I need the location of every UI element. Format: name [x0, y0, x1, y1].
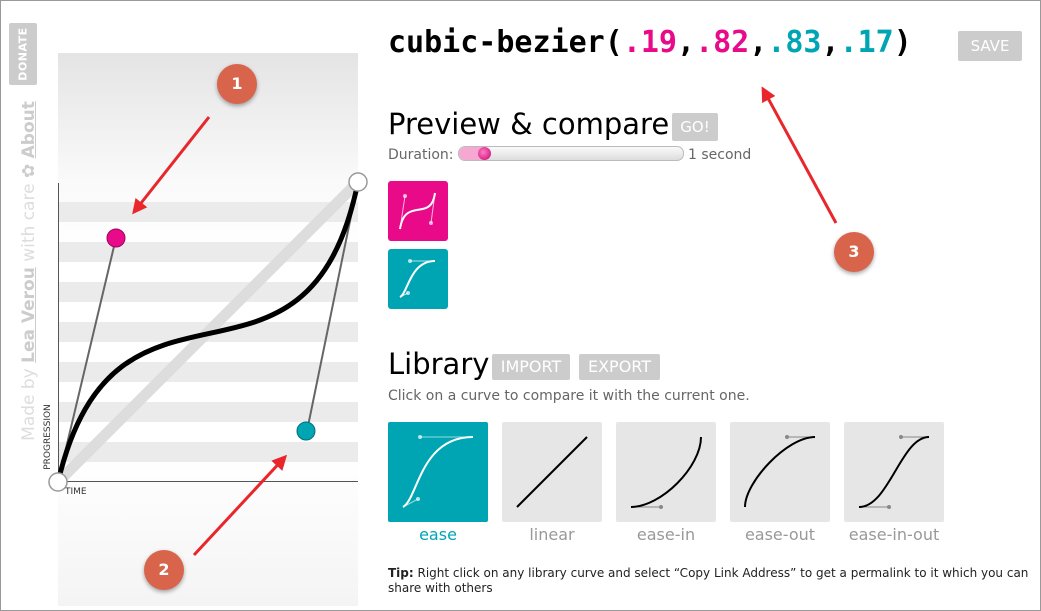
annotation-badge-2: 2 [144, 550, 184, 590]
library-hint: Click on a curve to compare it with the … [388, 388, 750, 404]
preview-heading: Preview & compare [388, 107, 670, 141]
library-item-ease-in-out[interactable] [844, 422, 944, 522]
title-open: cubic-bezier( [388, 25, 623, 60]
ease-out-curve-icon [744, 435, 816, 508]
duration-value: 1 second [688, 147, 752, 163]
value-p2x: .83 [767, 25, 822, 60]
value-p1y: .82 [695, 25, 750, 60]
export-button[interactable]: EXPORT [579, 354, 660, 380]
library-item-linear[interactable] [502, 422, 602, 522]
end-point [348, 172, 368, 192]
duration-slider-knob[interactable] [478, 147, 491, 160]
tip-body: Right click on any library curve and sel… [388, 566, 1029, 595]
library-label-linear[interactable]: linear [502, 525, 602, 544]
start-point [48, 472, 68, 492]
value-p1x: .19 [622, 25, 677, 60]
ease-curve-icon [402, 435, 474, 508]
library-item-ease[interactable] [388, 422, 488, 522]
library-heading: Library [388, 347, 490, 381]
save-button[interactable]: SAVE [958, 31, 1022, 61]
separator: , [677, 25, 696, 60]
preview-current-curve[interactable] [388, 181, 448, 241]
preview-compare-curve[interactable] [388, 249, 448, 309]
go-button[interactable]: GO! [672, 113, 718, 141]
library-label-ease-in[interactable]: ease-in [616, 525, 716, 544]
compare-curve-icon [399, 259, 436, 298]
value-p2y: .17 [839, 25, 894, 60]
library-label-ease-in-out[interactable]: ease-in-out [844, 525, 944, 544]
library-label-ease-out[interactable]: ease-out [730, 525, 830, 544]
separator: , [821, 25, 840, 60]
title-close: ) [893, 25, 912, 60]
control-point-1-handle[interactable] [106, 228, 126, 248]
control-point-2-handle[interactable] [296, 421, 316, 441]
ease-in-out-curve-icon [858, 435, 930, 509]
annotation-badge-1: 1 [217, 64, 257, 104]
duration-label: Duration: [388, 147, 454, 163]
app-window: DONATE Made by Lea Verou with care ✿ Abo… [0, 0, 1041, 611]
ease-in-curve-icon [630, 436, 702, 509]
import-button[interactable]: IMPORT [492, 354, 570, 380]
library-item-ease-in[interactable] [616, 422, 716, 522]
tip-text: Tip: Right click on any library curve an… [388, 566, 1040, 596]
library-label-ease[interactable]: ease [388, 525, 488, 544]
annotation-badge-3: 3 [834, 232, 874, 272]
bezier-value-title: cubic-bezier(.19,.82,.83,.17) [388, 25, 912, 60]
current-curve-icon [399, 192, 436, 230]
tip-label: Tip: [388, 566, 414, 580]
library-item-ease-out[interactable] [730, 422, 830, 522]
linear-curve-icon [516, 436, 588, 508]
separator: , [749, 25, 768, 60]
duration-slider[interactable] [458, 146, 684, 161]
